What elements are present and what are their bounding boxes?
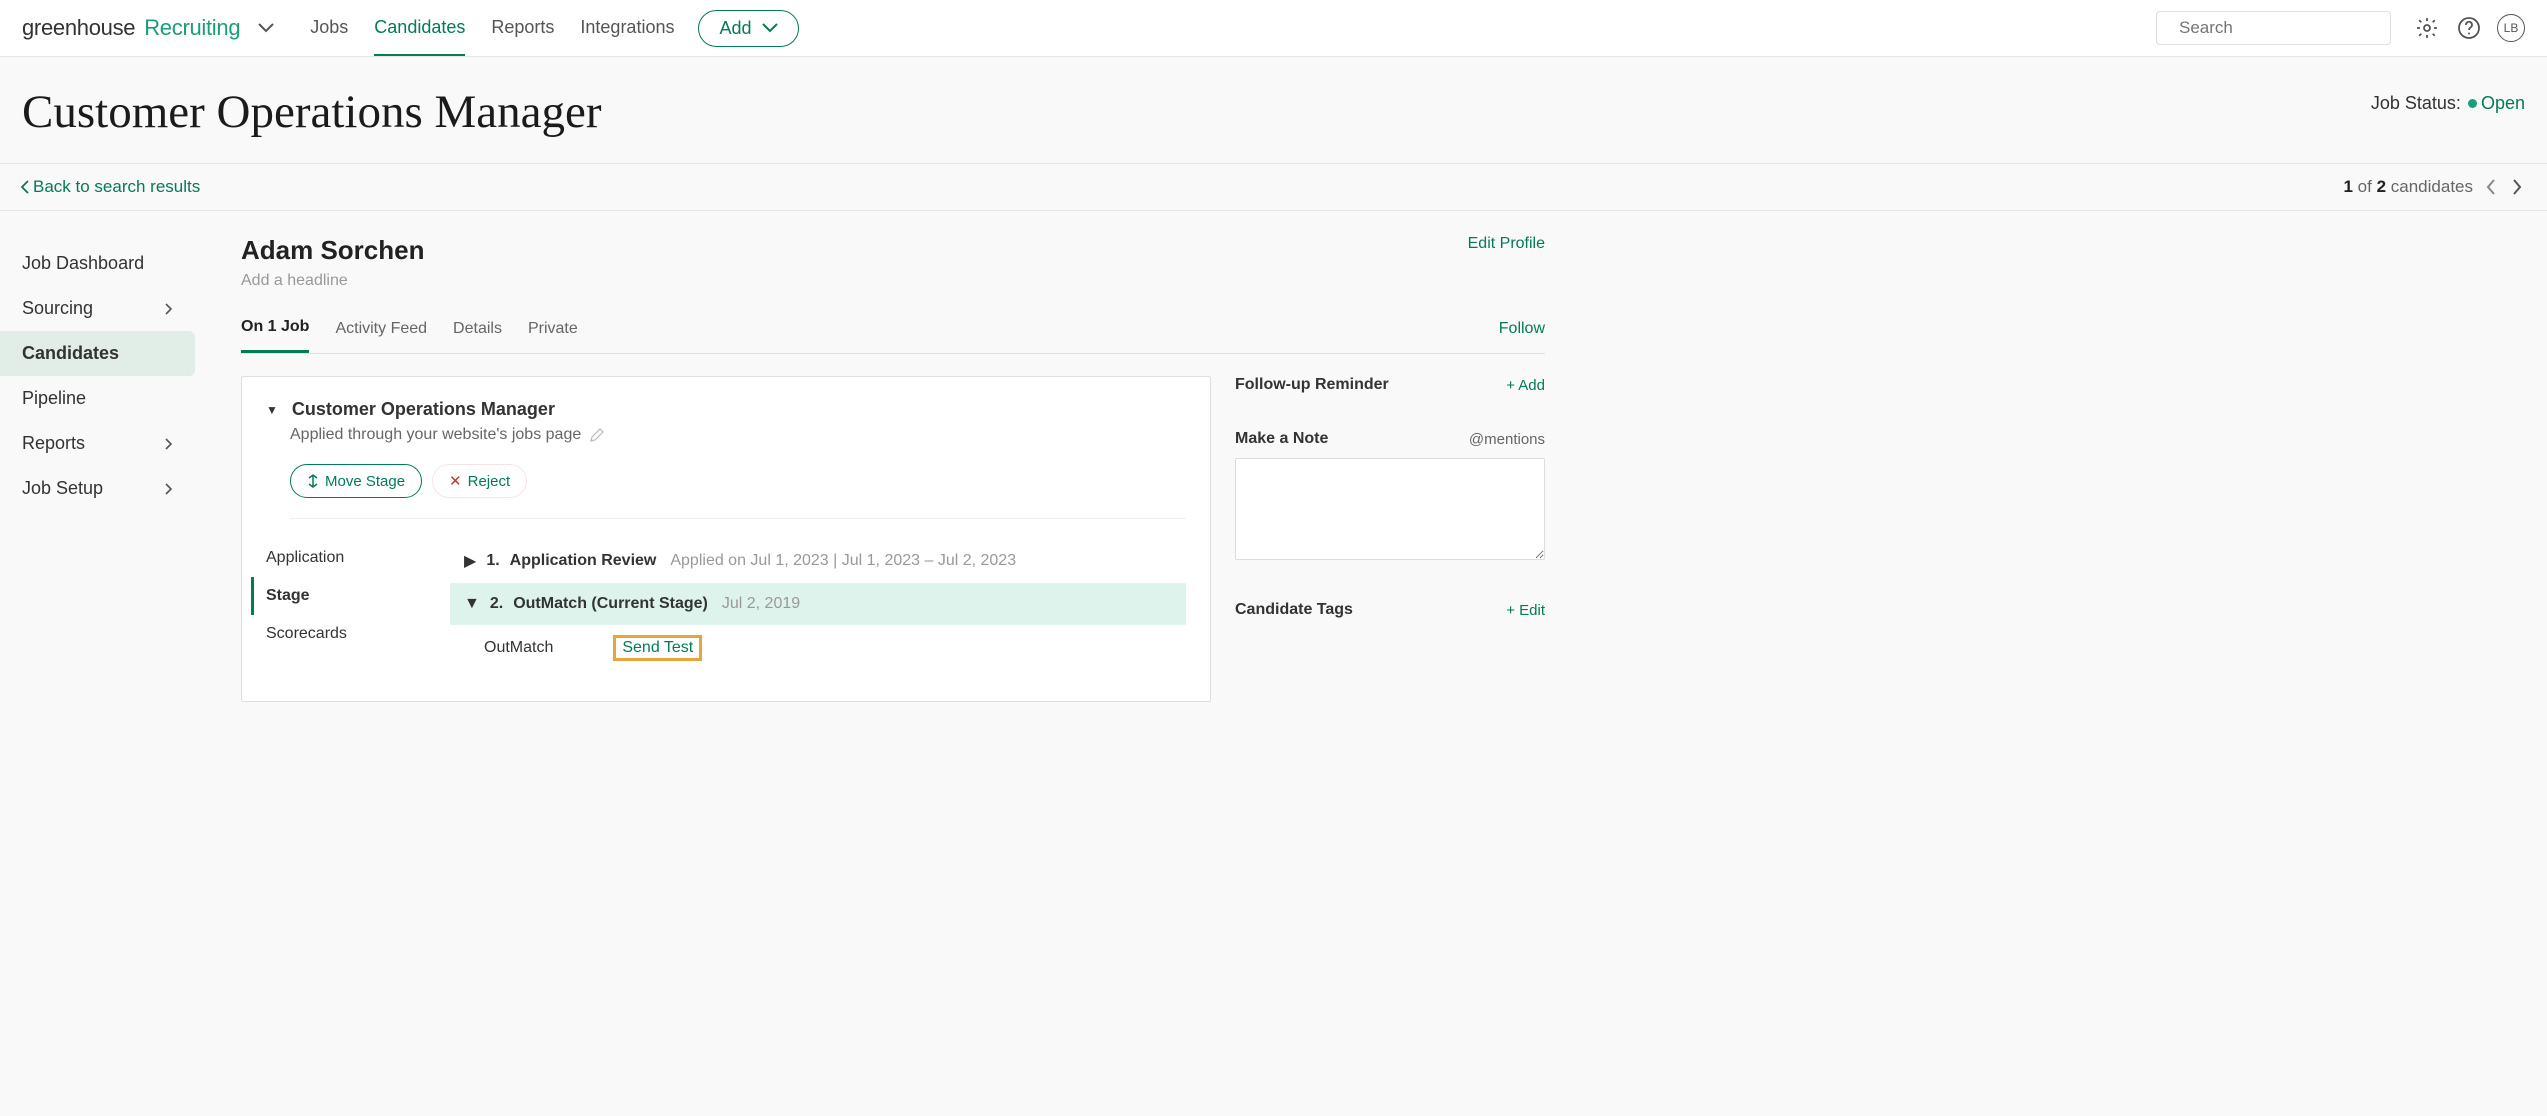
status-dot-icon — [2468, 99, 2477, 108]
applied-via-text: Applied through your website's jobs page — [290, 426, 581, 444]
stage-2-label: OutMatch (Current Stage) — [513, 595, 708, 613]
tags-edit[interactable]: + Edit — [1506, 602, 1545, 619]
candidate-pager: 1 of 2 candidates — [2343, 177, 2527, 197]
followup-title: Follow-up Reminder — [1235, 376, 1389, 394]
move-icon — [307, 474, 319, 488]
tags-title: Candidate Tags — [1235, 601, 1353, 619]
sidebar-item-reports[interactable]: Reports — [0, 421, 195, 466]
sidebar-item-job-dashboard[interactable]: Job Dashboard — [0, 241, 195, 286]
stage-2-detail: OutMatch Send Test — [450, 625, 1186, 671]
stage-1-label: Application Review — [510, 552, 657, 570]
stage-nav-scorecards[interactable]: Scorecards — [266, 615, 450, 653]
settings-button[interactable] — [2413, 14, 2441, 42]
tab-activity-feed[interactable]: Activity Feed — [335, 320, 427, 352]
edit-profile-link[interactable]: Edit Profile — [1468, 235, 1545, 253]
tab-on-job[interactable]: On 1 Job — [241, 318, 309, 353]
follow-link[interactable]: Follow — [1499, 320, 1545, 352]
pager-next[interactable] — [2508, 178, 2527, 196]
job-status: Job Status: Open — [2371, 85, 2525, 114]
gear-icon — [2415, 16, 2439, 40]
stage-nav-stage[interactable]: Stage — [251, 577, 450, 615]
collapse-toggle[interactable]: ▼ — [266, 403, 278, 417]
followup-add[interactable]: + Add — [1506, 377, 1545, 394]
caret-down-icon: ▼ — [464, 595, 480, 613]
top-nav: Jobs Candidates Reports Integrations — [310, 1, 674, 56]
mentions-link[interactable]: @mentions — [1469, 431, 1545, 448]
chevron-right-icon — [165, 483, 173, 495]
stage-1-meta: Applied on Jul 1, 2023 | Jul 1, 2023 – J… — [670, 552, 1016, 570]
stage-row-2[interactable]: ▼ 2. OutMatch (Current Stage) Jul 2, 201… — [450, 583, 1186, 625]
pager-current: 1 — [2343, 177, 2352, 196]
nav-integrations[interactable]: Integrations — [580, 1, 674, 56]
send-test-button[interactable]: Send Test — [613, 635, 702, 661]
x-icon: ✕ — [449, 472, 462, 490]
stage-row-1[interactable]: ▶ 1. Application Review Applied on Jul 1… — [450, 539, 1186, 583]
chevron-down-icon — [258, 23, 274, 33]
headline-placeholder[interactable]: Add a headline — [241, 272, 425, 290]
job-card: ▼ Customer Operations Manager Applied th… — [241, 376, 1211, 702]
pager-total: 2 — [2377, 177, 2386, 196]
chevron-down-icon — [762, 23, 778, 33]
chevron-left-icon — [20, 180, 29, 194]
chevron-right-icon — [165, 438, 173, 450]
chevron-right-icon — [165, 303, 173, 315]
help-icon — [2457, 16, 2481, 40]
nav-jobs[interactable]: Jobs — [310, 1, 348, 56]
sidebar-item-job-setup[interactable]: Job Setup — [0, 466, 195, 511]
logo-text-recruiting: Recruiting — [144, 15, 240, 41]
search-box[interactable] — [2156, 11, 2391, 45]
move-stage-button[interactable]: Move Stage — [290, 464, 422, 498]
back-link-label: Back to search results — [33, 177, 200, 197]
note-title: Make a Note — [1235, 430, 1328, 448]
add-button[interactable]: Add — [698, 10, 798, 47]
logo-text-greenhouse: greenhouse — [22, 15, 135, 41]
interview-name: OutMatch — [484, 639, 553, 657]
pager-prev[interactable] — [2481, 178, 2500, 196]
add-button-label: Add — [719, 18, 751, 39]
job-status-label: Job Status: — [2371, 93, 2461, 113]
tab-private[interactable]: Private — [528, 320, 578, 352]
stage-left-nav: Application Stage Scorecards — [266, 539, 450, 671]
note-textarea[interactable] — [1235, 458, 1545, 560]
sidebar-item-candidates[interactable]: Candidates — [0, 331, 195, 376]
app-logo[interactable]: greenhouse Recruiting — [22, 15, 274, 41]
back-link[interactable]: Back to search results — [20, 177, 200, 197]
edit-source-button[interactable] — [589, 427, 605, 443]
reject-button[interactable]: ✕ Reject — [432, 464, 527, 498]
card-job-name: Customer Operations Manager — [292, 399, 555, 420]
sidebar-item-sourcing[interactable]: Sourcing — [0, 286, 195, 331]
stage-2-meta: Jul 2, 2019 — [722, 595, 800, 613]
sidebar-item-pipeline[interactable]: Pipeline — [0, 376, 195, 421]
left-sidebar: Job Dashboard Sourcing Candidates Pipeli… — [0, 211, 195, 702]
nav-reports[interactable]: Reports — [491, 1, 554, 56]
user-avatar[interactable]: LB — [2497, 14, 2525, 42]
right-rail: Follow-up Reminder + Add Make a Note @me… — [1235, 376, 1545, 702]
nav-candidates[interactable]: Candidates — [374, 1, 465, 56]
help-button[interactable] — [2455, 14, 2483, 42]
tab-details[interactable]: Details — [453, 320, 502, 352]
job-status-value: Open — [2481, 93, 2525, 113]
caret-right-icon: ▶ — [464, 551, 476, 571]
candidate-name: Adam Sorchen — [241, 235, 425, 266]
page-title: Customer Operations Manager — [22, 85, 602, 139]
search-input[interactable] — [2179, 18, 2400, 38]
stage-nav-application[interactable]: Application — [266, 539, 450, 577]
candidate-tabs: On 1 Job Activity Feed Details Private F… — [241, 318, 1545, 354]
pencil-icon — [589, 427, 605, 443]
